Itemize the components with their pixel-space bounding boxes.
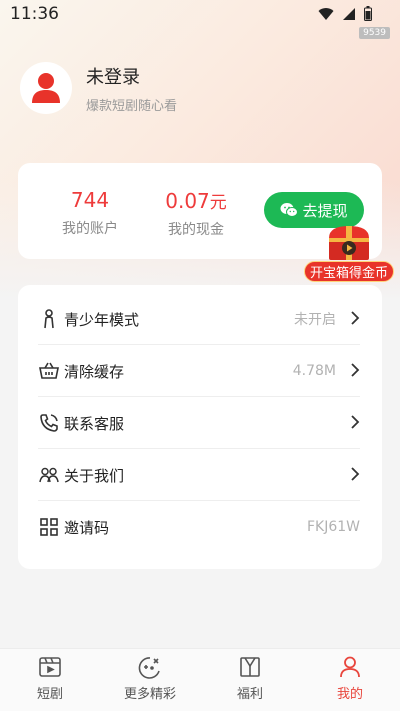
menu-item-clear-cache[interactable]: 清除缓存 4.78M [38,345,360,397]
signal-icon [342,6,356,25]
cash-value-wrap: 0.07元 [151,188,241,213]
person-icon [38,308,60,330]
tab-short-drama[interactable]: 短剧 [0,655,100,707]
profile-name[interactable]: 未登录 [86,63,177,89]
menu-label: 清除缓存 [64,362,125,381]
profile-subtitle: 爆款短剧随心看 [86,98,178,114]
tab-label: 短剧 [36,687,63,702]
cash-unit: 元 [209,193,227,213]
phone-icon [38,412,60,434]
chevron-right-icon [351,415,360,429]
tab-welfare[interactable]: 福利 [200,655,300,707]
status-bar: 11:36 9539 [0,0,400,39]
account-value: 744 [70,188,110,212]
account-label: 我的账户 [62,221,118,237]
status-icons [318,6,372,25]
battery-icon [364,6,372,25]
qrcode-icon [38,516,60,538]
tab-label: 福利 [236,687,263,702]
profile-header[interactable]: 未登录 爆款短剧随心看 [20,62,177,114]
status-badge: 9539 [359,27,390,39]
account-stat[interactable]: 744 我的账户 [45,188,135,238]
menu-value: FKJ61W [306,519,360,535]
basket-icon [38,360,60,382]
treasure-chest-icon [329,226,369,260]
menu-item-teen-mode[interactable]: 青少年模式 未开启 [38,293,360,345]
treasure-label: 开宝箱得金币 [304,261,394,282]
withdraw-label: 去提现 [302,201,348,220]
wifi-icon [318,6,334,25]
cash-label: 我的现金 [168,222,224,238]
chevron-right-icon [351,363,360,377]
tab-more-content[interactable]: 更多精彩 [100,655,200,707]
wechat-icon [280,203,299,217]
tab-mine[interactable]: 我的 [300,655,400,707]
menu-item-customer-service[interactable]: 联系客服 [38,397,360,449]
chevron-right-icon [351,467,360,481]
bottom-tab-bar: 短剧 更多精彩 福利 我的 [0,648,400,711]
cash-stat[interactable]: 0.07元 我的现金 [151,188,241,239]
menu-label: 青少年模式 [64,310,140,329]
status-time: 11:36 [10,4,59,24]
user-avatar-icon [32,73,60,103]
tab-label: 我的 [336,687,363,702]
cash-value: 0.07 [165,189,210,213]
chevron-right-icon [351,311,360,325]
group-icon [38,464,60,486]
menu-item-invite-code[interactable]: 邀请码 FKJ61W [38,501,360,553]
tab-label: 更多精彩 [123,687,176,702]
avatar[interactable] [20,62,72,114]
settings-menu: 青少年模式 未开启 清除缓存 4.78M 联系客服 关于我们 邀请码 FKJ61… [18,285,382,569]
menu-item-about-us[interactable]: 关于我们 [38,449,360,501]
film-icon [39,657,61,677]
gamepad-icon [138,657,160,679]
user-icon [340,656,360,678]
menu-label: 关于我们 [64,466,125,485]
menu-value: 未开启 [294,312,336,328]
menu-value: 4.78M [292,363,336,379]
menu-label: 联系客服 [64,414,125,433]
treasure-chest-widget[interactable]: 开宝箱得金币 [304,222,394,282]
gift-icon [240,657,260,677]
menu-label: 邀请码 [64,518,110,537]
